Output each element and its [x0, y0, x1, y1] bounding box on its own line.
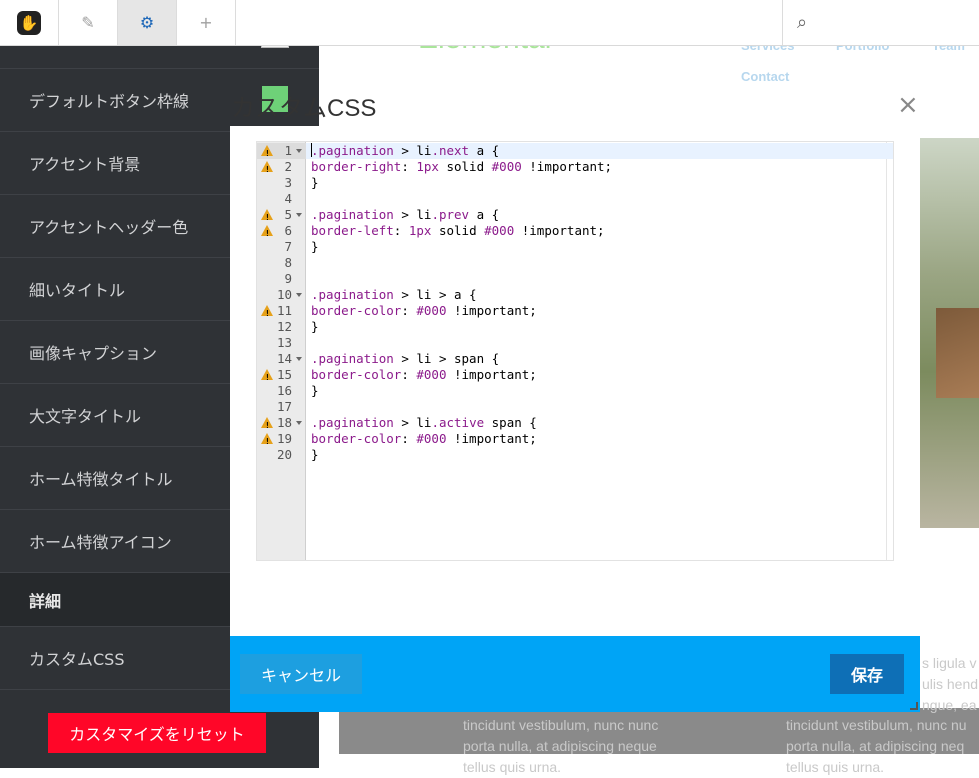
code-line[interactable]: 10 .pagination > li > a {	[257, 287, 893, 303]
code-line[interactable]: 4	[257, 191, 893, 207]
site-text-right-top: s ligula v ulis hend ngue, ea	[922, 653, 978, 716]
site-text-line: tincidunt vestibulum, nunc nu	[786, 717, 967, 733]
site-text-right: tincidunt vestibulum, nunc nu porta null…	[786, 715, 967, 778]
modal-title: カスタムCSS	[231, 95, 377, 122]
warning-icon	[261, 417, 273, 434]
warning-icon	[261, 305, 273, 322]
reset-customization-button[interactable]: カスタマイズをリセット	[48, 713, 266, 753]
line-number: 8	[284, 255, 292, 270]
css-code-editor[interactable]: 1.pagination > li.next a {2border-right:…	[256, 141, 894, 561]
code-line[interactable]: 1.pagination > li.next a {	[257, 143, 893, 162]
code-line[interactable]: 18.pagination > li.active span {	[257, 415, 893, 434]
code-line[interactable]: 5.pagination > li.prev a {	[257, 207, 893, 226]
fold-arrow-icon[interactable]	[296, 421, 302, 425]
site-text-line: ulis hend	[922, 676, 979, 692]
warning-icon	[261, 433, 273, 450]
code-text: }	[311, 319, 319, 334]
warning-icon	[261, 369, 273, 386]
line-number: 9	[284, 271, 292, 286]
code-text: border-color: #000 !important;	[311, 303, 537, 318]
line-number: 17	[276, 399, 292, 414]
code-text: .pagination > li > a {	[311, 287, 477, 302]
code-text: }	[311, 383, 319, 398]
line-number: 3	[284, 175, 292, 190]
code-line[interactable]: 14 .pagination > li > span {	[257, 351, 893, 367]
plus-icon: +	[199, 13, 213, 32]
edit-button[interactable]: ✎	[59, 0, 118, 45]
code-line[interactable]: 15border-color: #000 !important;	[257, 367, 893, 386]
save-button[interactable]: 保存	[830, 654, 904, 694]
site-text-line: porta nulla, at adipiscing neque	[463, 738, 657, 754]
site-text-line: porta nulla, at adipiscing neq	[786, 738, 965, 754]
code-text: .pagination > li.prev a {	[311, 207, 500, 222]
site-text-line: ngue, ea	[922, 697, 977, 713]
top-toolbar: ✋ ✎ ⚙ + ⌕	[0, 0, 979, 46]
code-text: }	[311, 239, 319, 254]
custom-css-dialog: 1.pagination > li.next a {2border-right:…	[230, 126, 920, 712]
dialog-footer: キャンセル 保存	[230, 636, 920, 712]
line-number: 20	[276, 447, 292, 462]
code-line[interactable]: 2border-right: 1px solid #000 !important…	[257, 159, 893, 178]
code-line[interactable]: 8	[257, 255, 893, 271]
code-line[interactable]: 19border-color: #000 !important;	[257, 431, 893, 450]
code-line[interactable]: 20}	[257, 447, 893, 463]
code-text: border-color: #000 !important;	[311, 431, 537, 446]
line-number: 4	[284, 191, 292, 206]
code-line[interactable]: 3}	[257, 175, 893, 191]
code-text: border-left: 1px solid #000 !important;	[311, 223, 605, 238]
warning-icon	[261, 161, 273, 178]
code-text: .pagination > li.next a {	[311, 143, 500, 158]
site-text-line: tincidunt vestibulum, nunc nunc	[463, 717, 659, 733]
nav-contact[interactable]: Contact	[741, 69, 789, 84]
line-number: 12	[276, 319, 292, 334]
gear-icon: ⚙	[139, 13, 155, 32]
warning-icon	[261, 145, 273, 162]
hand-logo-icon: ✋	[17, 10, 41, 35]
code-line[interactable]: 6border-left: 1px solid #000 !important;	[257, 223, 893, 242]
code-line[interactable]: 12}	[257, 319, 893, 335]
close-icon[interactable]: ×	[897, 92, 919, 118]
pencil-icon: ✎	[81, 13, 95, 32]
line-number: 7	[284, 239, 292, 254]
fold-arrow-icon[interactable]	[296, 213, 302, 217]
code-text: .pagination > li.active span {	[311, 415, 537, 430]
fold-arrow-icon[interactable]	[296, 357, 302, 361]
logo-button[interactable]: ✋	[0, 0, 59, 45]
code-line[interactable]: 13	[257, 335, 893, 351]
line-number: 16	[276, 383, 292, 398]
search-box[interactable]: ⌕	[782, 0, 979, 45]
code-line[interactable]: 16}	[257, 383, 893, 399]
site-text-left: tincidunt vestibulum, nunc nunc porta nu…	[463, 715, 658, 778]
text-cursor	[311, 143, 312, 157]
code-text: border-color: #000 !important;	[311, 367, 537, 382]
warning-icon	[261, 209, 273, 226]
line-number: 13	[276, 335, 292, 350]
code-text: border-right: 1px solid #000 !important;	[311, 159, 613, 174]
code-line[interactable]: 17	[257, 399, 893, 415]
site-photo	[920, 138, 979, 528]
fold-arrow-icon[interactable]	[296, 149, 302, 153]
code-text: }	[311, 175, 319, 190]
cancel-button[interactable]: キャンセル	[240, 654, 362, 694]
site-text-line: s ligula v	[922, 655, 977, 671]
code-line[interactable]: 7}	[257, 239, 893, 255]
warning-icon	[261, 225, 273, 242]
code-line[interactable]: 11border-color: #000 !important;	[257, 303, 893, 322]
sidebar-top-strip	[0, 42, 319, 69]
code-line[interactable]: 9	[257, 271, 893, 287]
add-button[interactable]: +	[177, 0, 236, 45]
code-text: }	[311, 447, 319, 462]
code-text: .pagination > li > span {	[311, 351, 500, 366]
fold-arrow-icon[interactable]	[296, 293, 302, 297]
resize-handle-icon[interactable]	[910, 702, 918, 710]
settings-button[interactable]: ⚙	[118, 0, 177, 45]
search-icon: ⌕	[797, 12, 808, 33]
